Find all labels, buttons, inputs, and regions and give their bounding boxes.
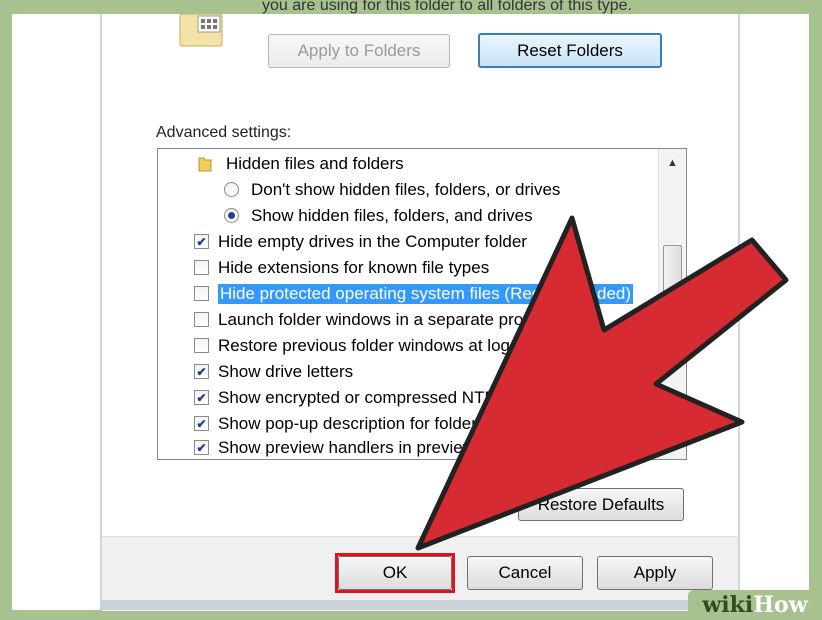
checkbox[interactable]: ✔ bbox=[194, 440, 209, 455]
checkbox[interactable]: ✔ bbox=[194, 416, 209, 431]
list-item[interactable]: Hide extensions for known file types bbox=[194, 255, 489, 280]
list-item-label: Don't show hidden files, folders, or dri… bbox=[251, 179, 561, 199]
list-item-label: Hide extensions for known file types bbox=[218, 257, 490, 277]
checkbox[interactable] bbox=[194, 312, 209, 327]
list-item-label: Hidden files and folders bbox=[226, 153, 404, 173]
list-item[interactable]: ✔ Show drive letters bbox=[194, 359, 353, 384]
list-scrollbar[interactable]: ▲ bbox=[658, 149, 686, 459]
scroll-up-icon[interactable]: ▲ bbox=[659, 149, 686, 177]
checkbox[interactable]: ✔ bbox=[194, 390, 209, 405]
list-item[interactable]: ✔ Hide empty drives in the Computer folde… bbox=[194, 229, 527, 254]
list-item[interactable]: Don't show hidden files, folders, or dri… bbox=[224, 177, 560, 202]
checkbox[interactable]: ✔ bbox=[194, 234, 209, 249]
list-item-label: Hide empty drives in the Computer folder bbox=[218, 231, 527, 251]
restore-defaults-button[interactable]: Restore Defaults bbox=[518, 488, 684, 521]
checkbox[interactable] bbox=[194, 286, 209, 301]
list-item[interactable]: Show hidden files, folders, and drives bbox=[224, 203, 533, 228]
checkbox[interactable] bbox=[194, 260, 209, 275]
list-item[interactable]: Hidden files and folders bbox=[198, 151, 404, 176]
list-item-label: Show encrypted or compressed NTFS files … bbox=[218, 387, 601, 407]
dialog-border-bottom bbox=[100, 600, 740, 610]
folder-views-icon bbox=[178, 13, 224, 48]
advanced-settings-list[interactable]: Hidden files and folders Don't show hidde… bbox=[157, 148, 687, 460]
list-item-label: Launch folder windows in a separate proc… bbox=[218, 309, 559, 329]
radio-dot bbox=[228, 212, 235, 219]
list-item-label: Hide protected operating system files (R… bbox=[218, 283, 634, 304]
ok-highlight-box bbox=[335, 553, 455, 593]
checkbox[interactable] bbox=[194, 338, 209, 353]
list-item-label: Restore previous folder windows at logon bbox=[218, 335, 529, 355]
watermark-wiki: wiki bbox=[702, 592, 754, 618]
radio-button[interactable] bbox=[224, 208, 239, 223]
list-item[interactable]: Hide protected operating system files (R… bbox=[194, 281, 634, 306]
list-item[interactable]: ✔ Show pop-up description for folder and … bbox=[194, 411, 620, 436]
radio-button[interactable] bbox=[224, 182, 239, 197]
list-item[interactable]: ✔ Show encrypted or compressed NTFS files… bbox=[194, 385, 601, 410]
apply-button[interactable]: Apply bbox=[597, 556, 713, 590]
apply-to-folders-button[interactable]: Apply to Folders bbox=[268, 34, 450, 68]
reset-folders-button[interactable]: Reset Folders bbox=[478, 33, 662, 68]
list-item-label: Show preview handlers in preview pane bbox=[218, 437, 518, 457]
folder-views-description: you are using for this folder to all fol… bbox=[262, 0, 632, 14]
cancel-button[interactable]: Cancel bbox=[467, 556, 583, 590]
scroll-thumb[interactable] bbox=[663, 245, 682, 315]
wikihow-watermark: wiki How bbox=[688, 590, 822, 620]
list-item-label: Show pop-up description for folder and d… bbox=[218, 413, 620, 433]
checkbox[interactable]: ✔ bbox=[194, 364, 209, 379]
list-item[interactable]: Restore previous folder windows at logon bbox=[194, 333, 529, 358]
watermark-how: How bbox=[753, 592, 808, 618]
list-item-label: Show drive letters bbox=[218, 361, 354, 381]
folder-icon bbox=[198, 156, 212, 172]
list-item[interactable]: ✔ Show preview handlers in preview pane bbox=[194, 435, 518, 459]
list-item-label: Show hidden files, folders, and drives bbox=[251, 205, 533, 225]
advanced-settings-label: Advanced settings: bbox=[156, 124, 292, 141]
list-item[interactable]: Launch folder windows in a separate proc… bbox=[194, 307, 558, 332]
